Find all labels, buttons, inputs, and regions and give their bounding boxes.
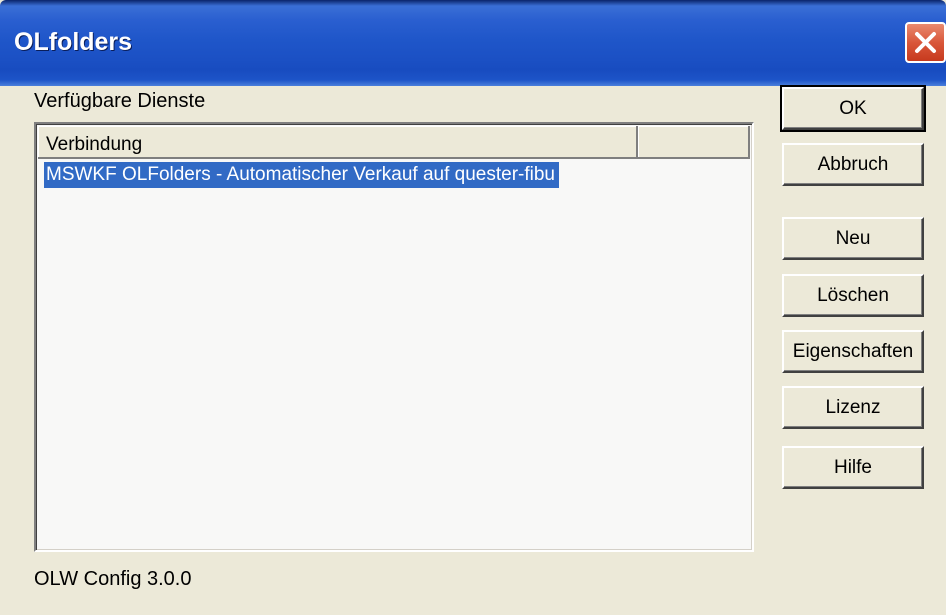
list-item[interactable]: MSWKF OLFolders - Automatischer Verkauf … <box>44 162 559 188</box>
close-button[interactable] <box>905 22 946 63</box>
delete-button[interactable]: Löschen <box>782 274 924 317</box>
new-button[interactable]: Neu <box>782 217 924 260</box>
dialog-window: OLfolders Verfügbare Dienste Verbindung … <box>0 0 946 615</box>
column-header-connection[interactable]: Verbindung <box>38 126 638 159</box>
services-list[interactable]: Verbindung MSWKF OLFolders - Automatisch… <box>34 122 754 552</box>
version-label: OLW Config 3.0.0 <box>34 568 192 590</box>
available-services-label: Verfügbare Dienste <box>34 90 206 112</box>
window-title: OLfolders <box>14 28 133 56</box>
close-icon <box>915 32 936 53</box>
cancel-button[interactable]: Abbruch <box>782 143 924 186</box>
ok-button[interactable]: OK <box>780 85 926 132</box>
properties-button[interactable]: Eigenschaften <box>782 330 924 373</box>
help-button[interactable]: Hilfe <box>782 446 924 489</box>
list-header: Verbindung <box>38 126 750 159</box>
column-header-empty[interactable] <box>638 126 750 159</box>
license-button[interactable]: Lizenz <box>782 386 924 429</box>
title-bar[interactable]: OLfolders <box>0 0 946 86</box>
